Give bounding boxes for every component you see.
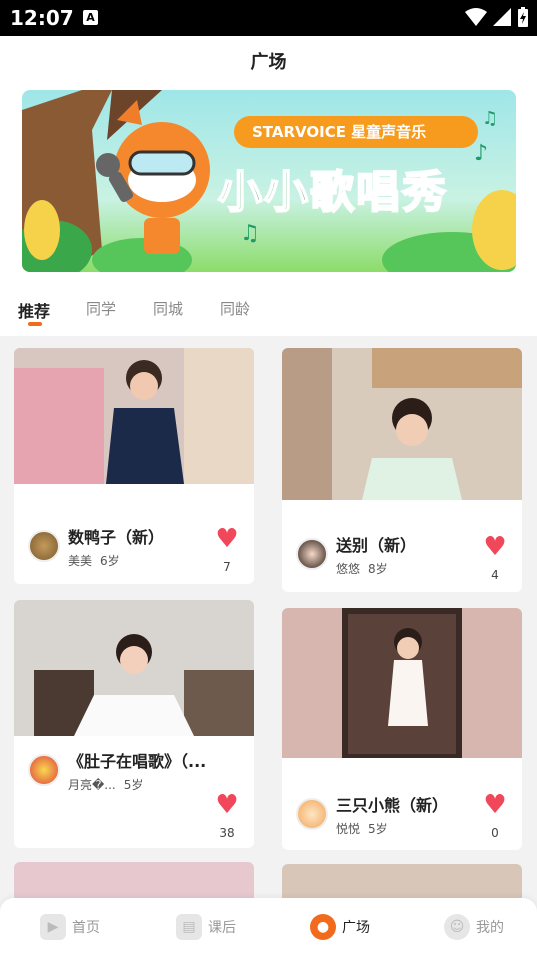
user-meta: 悦悦 5岁 bbox=[336, 820, 388, 837]
thumbnail-image bbox=[282, 348, 522, 500]
user-age: 5岁 bbox=[368, 822, 388, 836]
like-count: 38 bbox=[219, 826, 235, 840]
nav-label: 我的 bbox=[476, 920, 504, 936]
tab-bar: 推荐 同学 同城 同龄 bbox=[0, 298, 537, 336]
thumbnail-image bbox=[14, 600, 254, 736]
page-title: 广场 bbox=[250, 52, 287, 73]
user-meta: 月亮�... 5岁 bbox=[68, 776, 143, 793]
nav-after-class[interactable]: ▤ 课后 bbox=[176, 914, 236, 940]
status-time: 12:07 bbox=[10, 6, 74, 30]
video-thumbnail[interactable] bbox=[14, 348, 254, 484]
song-title: 三只小熊（新） bbox=[336, 796, 449, 815]
user-meta: 美美 6岁 bbox=[68, 552, 120, 569]
heart-icon: ♥ bbox=[215, 524, 239, 554]
video-card[interactable]: 数鸭子（新） 美美 6岁 ♥ 7 bbox=[14, 348, 254, 584]
nav-plaza[interactable]: ● 广场 bbox=[310, 914, 370, 940]
card-info: 《肚子在唱歌》（... 月亮�... 5岁 ♥ 38 bbox=[14, 736, 254, 848]
svg-text:♫: ♫ bbox=[240, 221, 260, 246]
tab-indicator bbox=[28, 322, 42, 326]
video-card[interactable]: 《肚子在唱歌》（... 月亮�... 5岁 ♥ 38 bbox=[14, 600, 254, 848]
song-title: 数鸭子（新） bbox=[68, 528, 165, 547]
thumbnail-image bbox=[282, 608, 522, 758]
avatar[interactable] bbox=[296, 538, 328, 570]
nav-label: 课后 bbox=[208, 920, 236, 936]
user-age: 5岁 bbox=[123, 778, 144, 792]
like-count: 7 bbox=[223, 560, 231, 574]
user-name: 悦悦 bbox=[336, 822, 361, 836]
like-count: 0 bbox=[491, 826, 499, 840]
wifi-icon bbox=[465, 8, 487, 26]
avatar[interactable] bbox=[28, 530, 60, 562]
book-icon: ▤ bbox=[176, 914, 202, 940]
tab-same-age[interactable]: 同龄 bbox=[220, 298, 250, 319]
card-info: 送别（新） 悠悠 8岁 ♥ 4 bbox=[282, 500, 522, 592]
banner-headline: 小小歌唱秀 bbox=[217, 166, 448, 219]
play-icon: ▶ bbox=[40, 914, 66, 940]
user-meta: 悠悠 8岁 bbox=[336, 560, 388, 577]
song-title: 送别（新） bbox=[336, 536, 417, 555]
card-info: 数鸭子（新） 美美 6岁 ♥ 7 bbox=[14, 484, 254, 584]
svg-text:♫: ♫ bbox=[482, 108, 498, 129]
like-button[interactable]: ♥ 0 bbox=[482, 792, 508, 840]
battery-icon bbox=[518, 7, 528, 27]
user-age: 8岁 bbox=[368, 562, 388, 576]
thumbnail-image bbox=[14, 348, 254, 484]
nav-label: 首页 bbox=[72, 920, 100, 936]
like-button[interactable]: ♥ 4 bbox=[482, 534, 508, 582]
banner-brand: STARVOICE 星童声音乐 bbox=[234, 116, 478, 148]
flame-icon: ● bbox=[310, 914, 336, 940]
video-card[interactable]: 三只小熊（新） 悦悦 5岁 ♥ 0 bbox=[282, 608, 522, 850]
heart-icon: ♥ bbox=[483, 790, 507, 820]
tab-classmates[interactable]: 同学 bbox=[86, 298, 116, 319]
avatar[interactable] bbox=[28, 754, 60, 786]
user-name: 悠悠 bbox=[336, 562, 361, 576]
nav-label: 广场 bbox=[342, 920, 370, 936]
header: 广场 ♫ ♫ ♪ STARVOICE 星童声音乐 小小歌唱秀 推荐 同学 同城 … bbox=[0, 36, 537, 336]
banner[interactable]: ♫ ♫ ♪ STARVOICE 星童声音乐 小小歌唱秀 bbox=[22, 90, 516, 272]
video-card[interactable]: 送别（新） 悠悠 8岁 ♥ 4 bbox=[282, 348, 522, 592]
avatar[interactable] bbox=[296, 798, 328, 830]
nav-mine[interactable]: ☺ 我的 bbox=[444, 914, 504, 940]
like-button[interactable]: ♥ 38 bbox=[214, 792, 240, 840]
tab-same-city[interactable]: 同城 bbox=[153, 298, 183, 319]
song-title: 《肚子在唱歌》（... bbox=[68, 752, 207, 771]
tab-recommend[interactable]: 推荐 bbox=[18, 298, 50, 322]
system-icons bbox=[465, 7, 529, 27]
video-thumbnail[interactable] bbox=[14, 600, 254, 736]
face-icon: ☺ bbox=[444, 914, 470, 940]
heart-icon: ♥ bbox=[483, 532, 507, 562]
signal-icon bbox=[493, 8, 511, 26]
user-name: 月亮�... bbox=[68, 778, 116, 792]
bottom-nav: ▶ 首页 ▤ 课后 ● 广场 ☺ 我的 bbox=[0, 898, 537, 956]
like-count: 4 bbox=[491, 568, 499, 582]
user-age: 6岁 bbox=[100, 554, 120, 568]
video-thumbnail[interactable] bbox=[282, 608, 522, 758]
status-bar: 12:07 A bbox=[0, 0, 537, 36]
nav-home[interactable]: ▶ 首页 bbox=[40, 914, 100, 940]
video-thumbnail[interactable] bbox=[282, 348, 522, 500]
card-info: 三只小熊（新） 悦悦 5岁 ♥ 0 bbox=[282, 758, 522, 850]
notification-a-icon: A bbox=[83, 10, 98, 25]
like-button[interactable]: ♥ 7 bbox=[214, 526, 240, 574]
heart-icon: ♥ bbox=[215, 790, 239, 820]
svg-text:♪: ♪ bbox=[474, 141, 488, 166]
user-name: 美美 bbox=[68, 554, 93, 568]
